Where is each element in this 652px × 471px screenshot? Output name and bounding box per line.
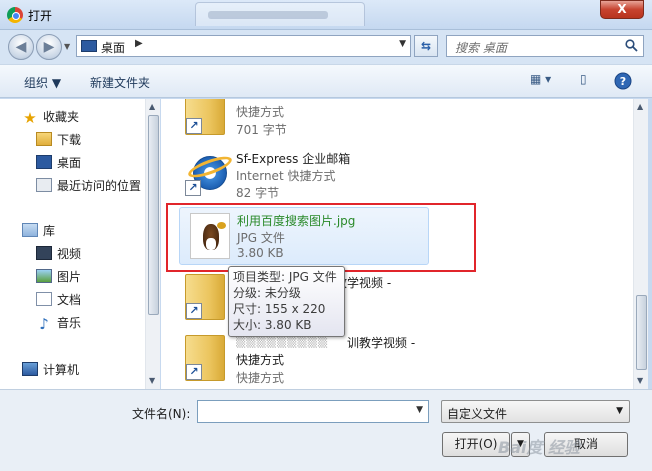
command-toolbar: 组织 ▼ 新建文件夹 ▦ ▾ ▯ ? bbox=[0, 64, 652, 98]
address-location[interactable]: 桌面 bbox=[101, 39, 125, 56]
library-icon bbox=[22, 223, 38, 237]
file-size: 82 字节 bbox=[236, 186, 280, 200]
file-size: 701 字节 bbox=[236, 123, 287, 137]
sidebar-item-label: 文档 bbox=[57, 293, 82, 307]
shortcut-arrow-icon: ↗ bbox=[186, 364, 202, 380]
sidebar-item-pictures[interactable]: 图片 bbox=[36, 267, 81, 287]
internet-explorer-icon: ↗ bbox=[185, 150, 235, 196]
file-type-select[interactable]: 自定义文件 ▼ bbox=[441, 400, 630, 423]
tooltip-size: 大小: 3.80 KB bbox=[233, 318, 312, 332]
file-type: Internet 快捷方式 bbox=[236, 169, 336, 183]
pictures-library-icon bbox=[36, 269, 52, 283]
search-input[interactable]: 搜索 桌面 bbox=[446, 35, 644, 57]
folder-shortcut-icon: ↗ bbox=[185, 274, 225, 320]
new-folder-button[interactable]: 新建文件夹 bbox=[90, 74, 150, 91]
computer-icon bbox=[22, 362, 38, 376]
music-note-icon: ♪ bbox=[39, 315, 49, 333]
address-dropdown-icon[interactable]: ▼ bbox=[399, 39, 406, 49]
list-item[interactable]: ↗ Sf-Express 企业邮箱 Internet 快捷方式 82 字节 bbox=[179, 146, 629, 204]
highlight-annotation bbox=[166, 203, 476, 272]
tooltip-rating: 分级: 未分级 bbox=[233, 286, 301, 300]
preview-pane-icon[interactable]: ▯ bbox=[580, 72, 587, 90]
folder-shortcut-icon: ↗ bbox=[185, 335, 225, 381]
breadcrumb-separator[interactable]: ▶ bbox=[135, 38, 143, 49]
sidebar-item-label: 下载 bbox=[57, 133, 82, 147]
scroll-up-arrow-icon[interactable]: ▲ bbox=[637, 102, 643, 111]
background-tab bbox=[195, 2, 365, 26]
organize-menu[interactable]: 组织 ▼ bbox=[24, 74, 61, 91]
sidebar-item-recent[interactable]: 最近访问的位置 bbox=[36, 176, 141, 196]
recent-places-icon bbox=[36, 178, 52, 192]
help-icon[interactable]: ? bbox=[614, 72, 632, 90]
list-item[interactable]: ↗ 快捷方式 701 字节 bbox=[179, 99, 629, 143]
forward-button[interactable]: ▶ bbox=[36, 34, 62, 60]
address-row: ◀ ▶ ▼ 桌面 ▶ ▼ ⇆ 搜索 桌面 bbox=[0, 30, 652, 64]
shortcut-arrow-icon: ↗ bbox=[185, 180, 201, 196]
file-name: 训教学视频 - bbox=[347, 336, 416, 350]
sidebar-item-label: 视频 bbox=[57, 247, 82, 261]
filename-dropdown-icon[interactable]: ▼ bbox=[416, 405, 423, 415]
chevron-down-icon[interactable]: ▼ bbox=[616, 406, 623, 416]
filename-field[interactable]: ▼ bbox=[197, 400, 429, 423]
documents-library-icon bbox=[36, 292, 52, 306]
scroll-down-arrow-icon[interactable]: ▼ bbox=[149, 376, 155, 385]
sidebar-item-downloads[interactable]: 下载 bbox=[36, 130, 81, 150]
close-button[interactable]: X bbox=[600, 0, 644, 19]
downloads-folder-icon bbox=[36, 132, 52, 146]
sidebar-item-music[interactable]: ♪ 音乐 bbox=[36, 313, 81, 333]
sidebar-item-label: 库 bbox=[43, 224, 56, 238]
sidebar-item-label: 计算机 bbox=[43, 363, 80, 377]
filename-label: 文件名(N): bbox=[132, 407, 191, 421]
refresh-button[interactable]: ⇆ bbox=[414, 35, 438, 57]
back-button[interactable]: ◀ bbox=[8, 34, 34, 60]
scroll-down-arrow-icon[interactable]: ▼ bbox=[637, 376, 643, 385]
search-placeholder: 搜索 桌面 bbox=[455, 41, 507, 55]
sidebar-item-label: 最近访问的位置 bbox=[57, 179, 142, 193]
search-icon[interactable] bbox=[625, 39, 638, 52]
chrome-icon bbox=[7, 7, 23, 23]
sidebar-item-libraries[interactable]: 库 bbox=[22, 221, 55, 241]
watermark-logo: Bai度 经验 bbox=[498, 438, 581, 457]
scrollbar-thumb[interactable] bbox=[148, 115, 159, 315]
file-name: Sf-Express 企业邮箱 bbox=[236, 152, 351, 166]
address-bar[interactable]: 桌面 ▶ ▼ bbox=[76, 35, 411, 57]
blurred-tab-title bbox=[208, 11, 328, 19]
star-icon: ★ bbox=[23, 109, 37, 127]
navigation-pane: ★ 收藏夹 下载 桌面 最近访问的位置 库 视频 图片 文档 ♪ 音乐 计算机 bbox=[0, 99, 160, 389]
sidebar-item-label: 图片 bbox=[57, 270, 82, 284]
file-list-scrollbar[interactable]: ▲ ▼ bbox=[633, 99, 648, 389]
desktop-icon bbox=[81, 40, 97, 52]
sidebar-item-documents[interactable]: 文档 bbox=[36, 290, 81, 310]
sidebar-item-label: 桌面 bbox=[57, 156, 82, 170]
navigation-scrollbar[interactable]: ▲ ▼ bbox=[145, 99, 160, 389]
desktop-icon bbox=[36, 155, 52, 169]
sidebar-item-desktop[interactable]: 桌面 bbox=[36, 153, 81, 173]
file-type-value: 自定义文件 bbox=[447, 407, 508, 421]
folder-shortcut-icon: ↗ bbox=[185, 99, 225, 135]
sidebar-item-computer[interactable]: 计算机 bbox=[22, 360, 79, 380]
file-type: 快捷方式 bbox=[236, 371, 285, 385]
file-info-tooltip: 项目类型: JPG 文件 分级: 未分级 尺寸: 155 x 220 大小: 3… bbox=[228, 266, 345, 337]
svg-text:?: ? bbox=[620, 75, 626, 88]
history-dropdown-icon[interactable]: ▼ bbox=[64, 42, 74, 52]
sidebar-item-videos[interactable]: 视频 bbox=[36, 244, 81, 264]
tooltip-type: 项目类型: JPG 文件 bbox=[233, 270, 337, 284]
shortcut-arrow-icon: ↗ bbox=[186, 303, 202, 319]
scroll-up-arrow-icon[interactable]: ▲ bbox=[149, 102, 155, 111]
scrollbar-thumb[interactable] bbox=[636, 295, 647, 370]
sidebar-item-label: 音乐 bbox=[57, 316, 82, 330]
view-options-icon[interactable]: ▦ ▾ bbox=[530, 72, 551, 90]
sidebar-item-label: 收藏夹 bbox=[43, 110, 80, 124]
tooltip-dimensions: 尺寸: 155 x 220 bbox=[233, 302, 326, 316]
window-title: 打开 bbox=[28, 9, 53, 23]
video-library-icon bbox=[36, 246, 52, 260]
file-type: 快捷方式 bbox=[236, 105, 285, 119]
sidebar-item-favorites[interactable]: ★ 收藏夹 bbox=[22, 107, 79, 127]
title-bar: 打开 X bbox=[0, 0, 652, 30]
file-name-line2: 快捷方式 bbox=[236, 353, 285, 367]
shortcut-arrow-icon: ↗ bbox=[186, 118, 202, 134]
list-item[interactable]: ↗ ▒▒▒▒▒▒▒▒▒ 训教学视频 - 快捷方式 快捷方式 bbox=[179, 331, 629, 389]
